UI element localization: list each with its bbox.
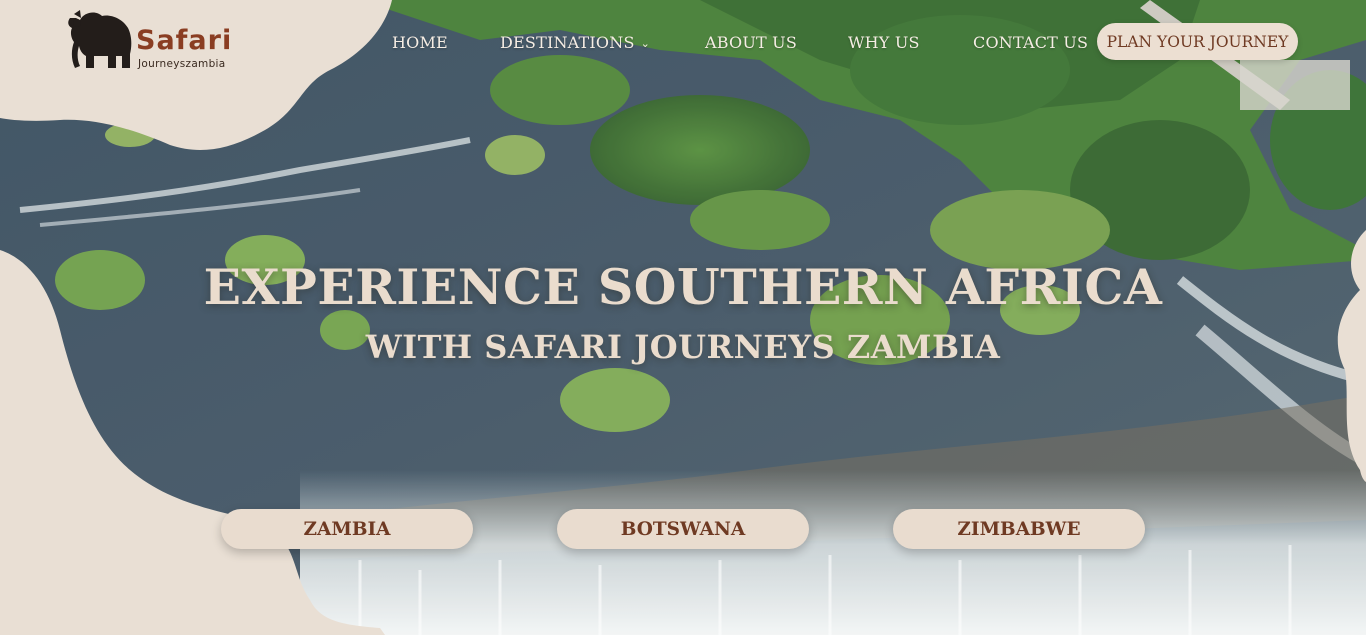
brand-name: Safari <box>136 25 233 56</box>
brand-logo[interactable]: Safari Journeyszambia <box>66 10 236 74</box>
nav-about-label: ABOUT US <box>705 32 798 52</box>
nav-destinations-label: DESTINATIONS <box>500 32 635 52</box>
zambia-button[interactable]: ZAMBIA <box>221 509 473 549</box>
botswana-button[interactable]: BOTSWANA <box>557 509 809 549</box>
brand-tagline: Journeyszambia <box>138 58 226 70</box>
nav-home-label: HOME <box>392 32 448 52</box>
nav-about-us[interactable]: ABOUT US <box>705 33 797 52</box>
nav-contact-label: CONTACT US <box>973 32 1089 52</box>
nav-why-us[interactable]: WHY US <box>848 33 920 52</box>
hero-title: EXPERIENCE SOUTHERN AFRICA <box>203 258 1163 316</box>
plan-journey-button[interactable]: PLAN YOUR JOURNEY <box>1097 23 1298 60</box>
nav-contact-us[interactable]: CONTACT US <box>973 33 1088 52</box>
nav-why-label: WHY US <box>848 32 920 52</box>
hero-subtitle: WITH SAFARI JOURNEYS ZAMBIA <box>365 328 1001 366</box>
nav-home[interactable]: HOME <box>392 33 448 52</box>
chevron-down-icon: ⌄ <box>640 36 651 50</box>
elephant-icon <box>68 10 132 68</box>
zimbabwe-button[interactable]: ZIMBABWE <box>893 509 1145 549</box>
nav-destinations[interactable]: DESTINATIONS ⌄ <box>500 33 650 52</box>
